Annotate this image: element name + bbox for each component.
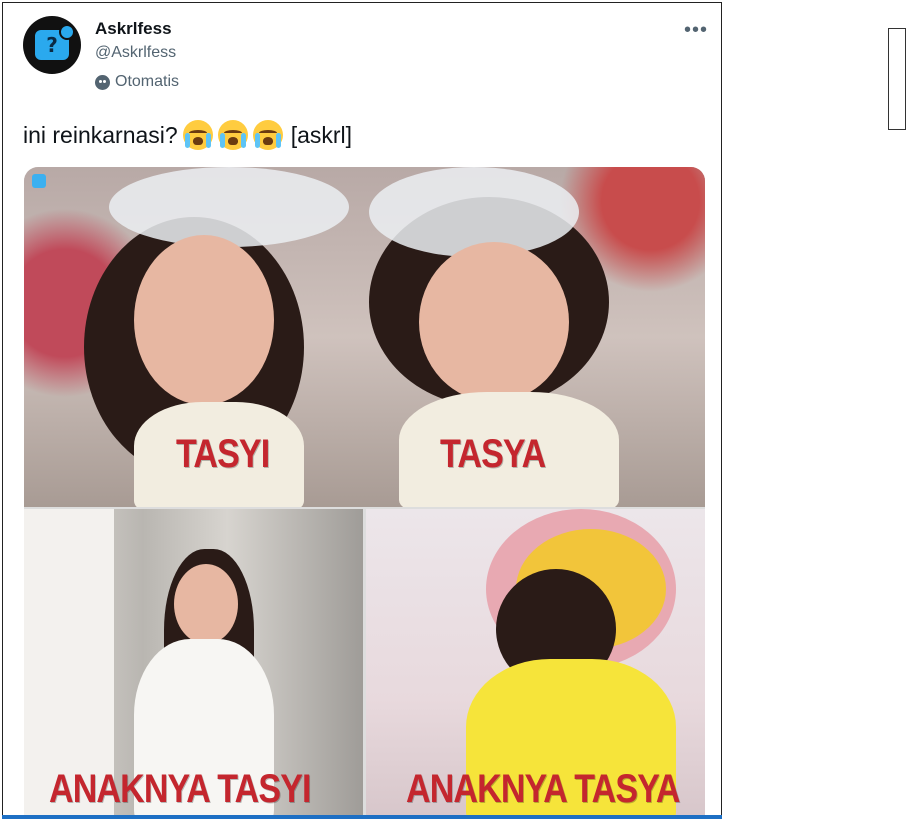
- loudly-crying-face-icon: [252, 120, 283, 150]
- label-anaknya-tasyi: ANAKNYA TASYI: [49, 767, 311, 811]
- tweet-tag: [askrl]: [290, 121, 353, 148]
- tweet-text: ini reinkarnasi? [askrl]: [23, 120, 352, 150]
- automated-label: Otomatis: [115, 73, 180, 90]
- robot-icon: [95, 74, 110, 90]
- progress-bar: [2, 815, 722, 819]
- user-handle[interactable]: @Askrlfess: [95, 44, 176, 62]
- tweet-text-main: ini reinkarnasi?: [23, 121, 178, 148]
- more-options-icon[interactable]: •••: [684, 19, 708, 42]
- automated-account-badge: Otomatis: [95, 73, 179, 91]
- label-tasyi: TASYI: [176, 432, 270, 476]
- loudly-crying-face-icon: [217, 120, 248, 150]
- label-tasya: TASYA: [440, 432, 546, 476]
- question-mark-icon: ?: [35, 24, 75, 60]
- photo-bottom-right-panel: ANAKNYA TASYA: [366, 509, 705, 818]
- watermark-icon: [32, 174, 46, 188]
- scrollbar[interactable]: [888, 28, 906, 130]
- loudly-crying-face-icon: [182, 120, 213, 150]
- tweet-media[interactable]: TASYI TASYA ANAKNYA TASYI ANAKNYA TASYA: [24, 167, 705, 818]
- photo-top-panel: TASYI TASYA: [24, 167, 705, 507]
- tweet-card: ? Askrlfess @Askrlfess Otomatis ••• ini …: [2, 2, 722, 819]
- display-name[interactable]: Askrlfess: [95, 19, 172, 39]
- avatar[interactable]: ?: [23, 16, 81, 74]
- label-anaknya-tasya: ANAKNYA TASYA: [406, 767, 680, 811]
- photo-bottom-left-panel: ANAKNYA TASYI: [24, 509, 363, 818]
